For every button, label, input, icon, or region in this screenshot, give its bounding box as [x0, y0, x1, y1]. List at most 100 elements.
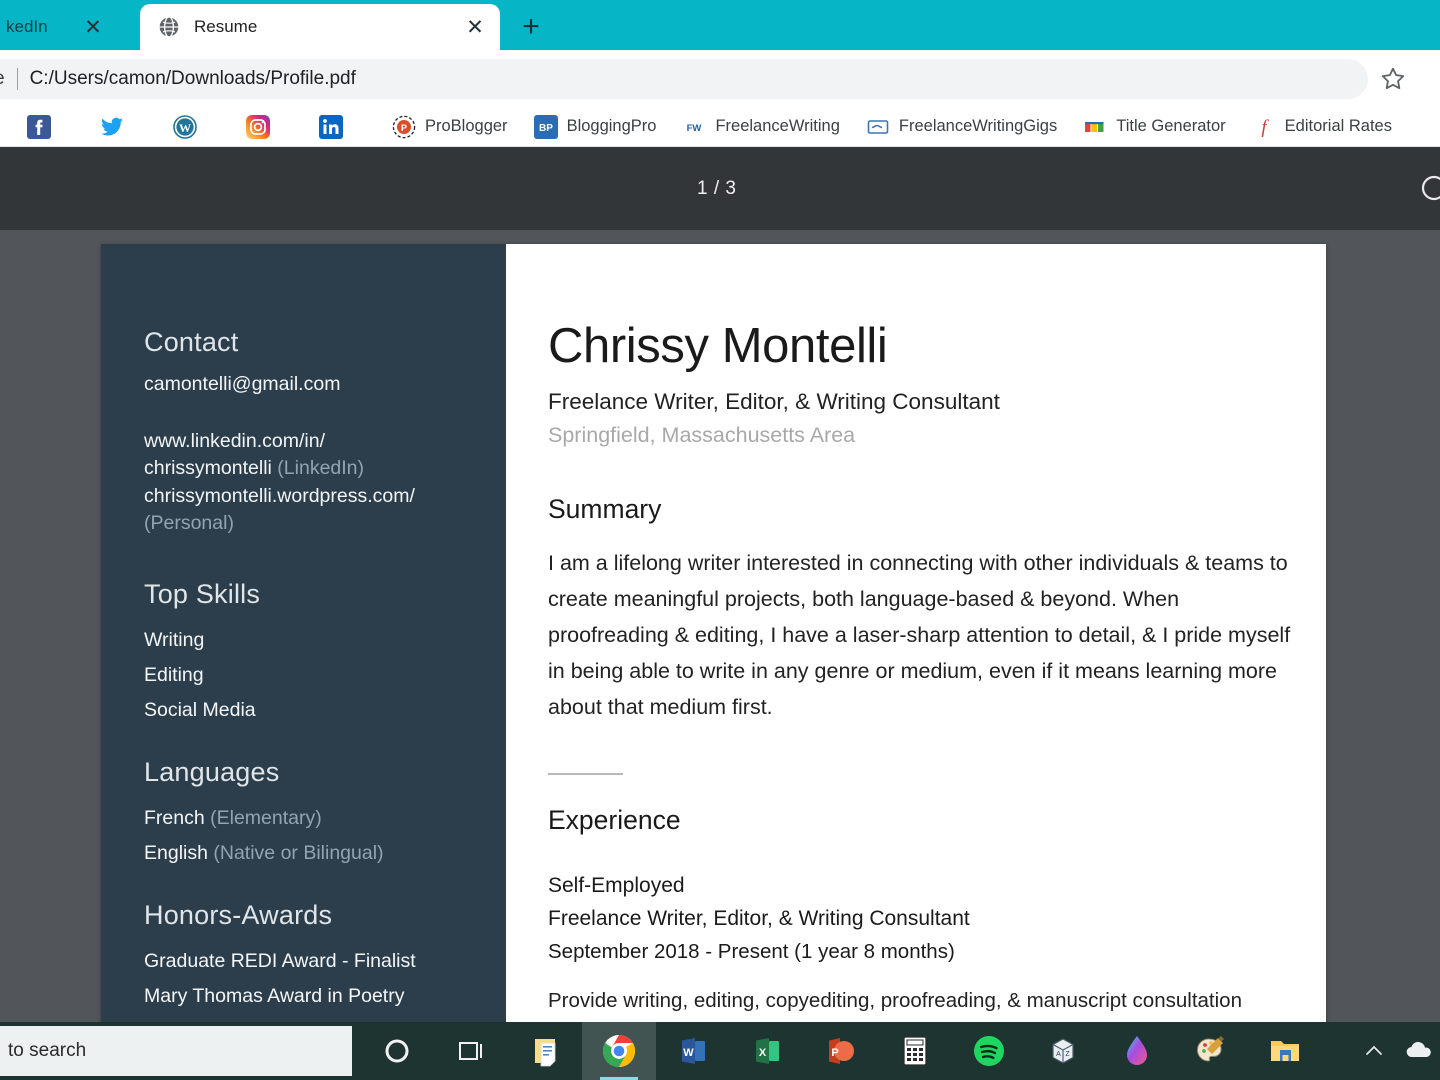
svg-text:W: W	[683, 1047, 694, 1059]
language-name: English	[144, 841, 208, 864]
resume-location: Springfield, Massachusetts Area	[548, 422, 856, 447]
honor-award-item: Graduate REDI Award - Finalist	[144, 949, 416, 972]
contact-linkedin-url-line1: www.linkedin.com/in/	[144, 429, 325, 452]
facebook-icon	[27, 114, 51, 139]
bookmark-label: BloggingPro	[566, 117, 657, 135]
contact-linkedin-url-line2: chrissymontelli	[144, 457, 272, 479]
svg-text:BP: BP	[539, 123, 553, 134]
resume-page: Contact camontelli@gmail.com www.linkedi…	[101, 244, 1326, 1047]
bookmark-label: Title Generator	[1116, 117, 1226, 135]
language-item: English (Native or Bilingual)	[144, 836, 506, 871]
bookmark-editorial-rates[interactable]: f Editorial Rates	[1243, 112, 1401, 142]
contact-email: camontelli@gmail.com	[144, 373, 341, 395]
dice-icon[interactable]: A Z	[1026, 1022, 1100, 1080]
svg-text:Z: Z	[1065, 1051, 1070, 1058]
pdf-content-area[interactable]: Contact camontelli@gmail.com www.linkedi…	[0, 230, 1440, 1047]
svg-text:P: P	[401, 123, 407, 133]
bookmark-problogger[interactable]: P ProBlogger	[383, 112, 517, 142]
language-level: (Native or Bilingual)	[213, 841, 384, 864]
resume-name: Chrissy Montelli	[548, 319, 888, 373]
experience-heading: Experience	[548, 804, 681, 835]
top-skill-item: Social Media	[144, 698, 256, 721]
spotify-icon[interactable]	[952, 1022, 1026, 1080]
languages-heading: Languages	[144, 756, 280, 787]
omnibox-prefix: e	[0, 68, 5, 90]
bookmark-instagram[interactable]	[237, 112, 288, 142]
browser-tab-strip: kedIn ✕ Resume ✕ +	[0, 0, 1440, 50]
svg-text:W: W	[179, 121, 191, 135]
bookmark-twitter[interactable]	[91, 112, 142, 142]
file-explorer-icon[interactable]	[1248, 1022, 1322, 1080]
browser-tab-linkedin[interactable]: kedIn ✕	[0, 4, 118, 50]
svg-text:A: A	[1056, 1051, 1061, 1058]
problogger-icon: P	[392, 115, 416, 139]
contact-linkedin-note: (LinkedIn)	[277, 457, 365, 479]
experience-dates: September 2018 - Present (1 year 8 month…	[548, 939, 955, 963]
contact-personal-note: (Personal)	[144, 512, 234, 534]
language-item: French (Elementary)	[144, 801, 506, 836]
language-level: (Elementary)	[210, 806, 322, 829]
task-view-icon[interactable]	[434, 1022, 508, 1080]
bookmark-freelancewritinggigs[interactable]: FreelanceWritingGigs	[857, 112, 1066, 142]
bookmark-freelancewriting[interactable]: FW FreelanceWriting	[673, 112, 848, 142]
bookmark-label: Editorial Rates	[1284, 117, 1392, 135]
taskbar-search-box[interactable]: to search	[0, 1026, 352, 1076]
browser-tab-resume[interactable]: Resume ✕	[140, 4, 500, 50]
onedrive-cloud-icon[interactable]	[1396, 1022, 1440, 1080]
summary-text: I am a lifelong writer interested in con…	[548, 550, 1291, 719]
paint3d-icon[interactable]	[1100, 1022, 1174, 1080]
bookmark-label: ProBlogger	[425, 117, 508, 135]
contact-linkedin-line2: chrissymontelli (LinkedIn)	[144, 455, 506, 483]
excel-icon[interactable]: X	[730, 1022, 804, 1080]
windows-taskbar: to search W X P A Z	[0, 1022, 1440, 1080]
sticky-notes-icon[interactable]	[508, 1022, 582, 1080]
bookmark-star-icon[interactable]	[1378, 64, 1408, 94]
bloggingpro-icon: BP	[533, 114, 558, 139]
svg-text:f: f	[1261, 117, 1269, 138]
top-skills-heading: Top Skills	[144, 578, 261, 609]
svg-text:X: X	[759, 1047, 767, 1059]
address-bar-url: C:/Users/camon/Downloads/Profile.pdf	[29, 68, 356, 89]
resume-main: Chrissy Montelli Freelance Writer, Edito…	[506, 244, 1326, 1047]
bookmarks-bar: ▾ W	[0, 107, 1440, 147]
resume-sidebar: Contact camontelli@gmail.com www.linkedi…	[101, 244, 506, 1042]
twitter-icon	[100, 115, 124, 139]
tab-title: Resume	[194, 17, 258, 36]
language-name: French	[144, 806, 205, 829]
tab-close-icon[interactable]: ✕	[78, 12, 108, 42]
chevron-up-icon[interactable]	[1352, 1022, 1396, 1080]
word-icon[interactable]: W	[656, 1022, 730, 1080]
globe-icon	[158, 16, 180, 38]
bookmark-facebook[interactable]	[18, 112, 69, 142]
bookmark-title-generator[interactable]: Title Generator	[1074, 112, 1234, 142]
experience-title: Freelance Writer, Editor, & Writing Cons…	[548, 907, 970, 931]
editorial-rates-icon: f	[1252, 115, 1276, 139]
linkedin-icon	[319, 114, 343, 139]
title-generator-icon	[1083, 115, 1107, 139]
chrome-icon[interactable]	[582, 1022, 656, 1080]
taskbar-icons: W X P A Z	[360, 1022, 1322, 1080]
bookmark-linkedin[interactable]	[310, 112, 361, 142]
instagram-icon	[246, 114, 270, 139]
freelancewriting-icon: FW	[682, 115, 706, 139]
section-divider	[548, 772, 623, 775]
calculator-icon[interactable]	[878, 1022, 952, 1080]
cortana-icon[interactable]	[360, 1022, 434, 1080]
tab-title: kedIn	[6, 17, 48, 36]
summary-heading: Summary	[548, 493, 662, 524]
new-tab-button[interactable]: +	[512, 8, 550, 46]
bookmark-wordpress[interactable]: W	[164, 112, 215, 142]
tab-close-icon[interactable]: ✕	[460, 12, 490, 42]
powerpoint-icon[interactable]: P	[804, 1022, 878, 1080]
top-skill-item: Writing	[144, 628, 205, 651]
paint-icon[interactable]	[1174, 1022, 1248, 1080]
rotate-icon[interactable]	[1419, 173, 1440, 203]
bookmark-bloggingpro[interactable]: BP BloggingPro	[525, 112, 666, 142]
freelancewritinggigs-icon	[866, 115, 890, 139]
honors-awards-heading: Honors-Awards	[144, 899, 333, 930]
screen: kedIn ✕ Resume ✕ + e C:/Users/camon/Down	[0, 0, 1440, 1080]
address-bar[interactable]: e C:/Users/camon/Downloads/Profile.pdf	[0, 59, 1368, 99]
